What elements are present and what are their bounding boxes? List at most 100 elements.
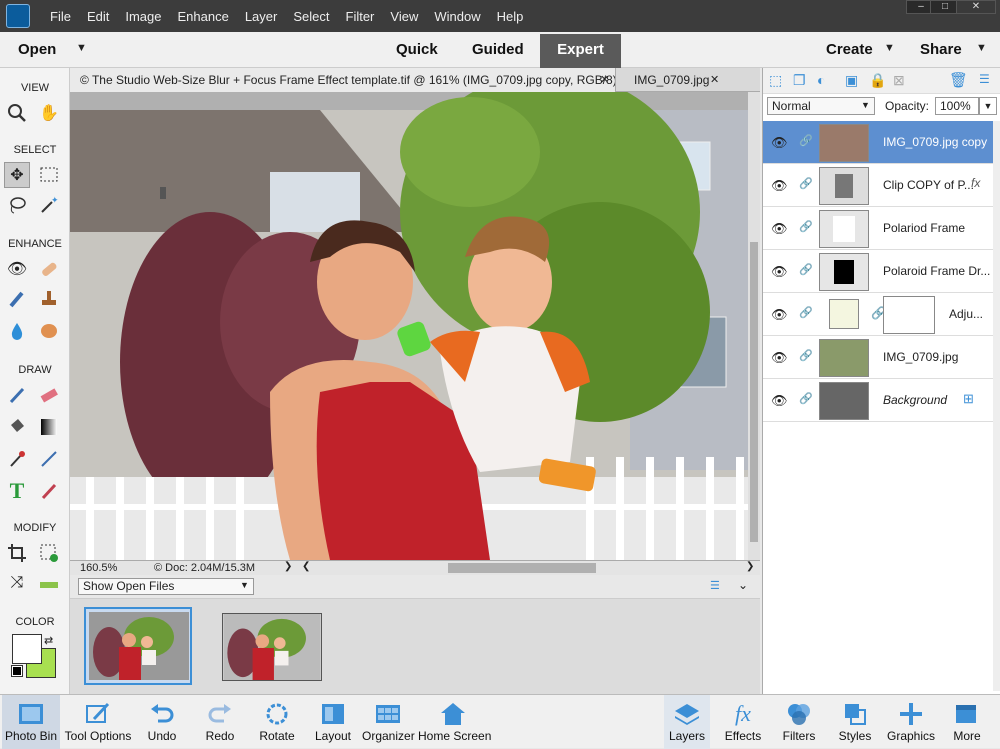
effects-button[interactable]: fx Effects bbox=[720, 695, 766, 749]
line-tool-icon[interactable] bbox=[36, 446, 62, 472]
crop-tool-icon[interactable] bbox=[4, 540, 30, 566]
link-icon[interactable]: 🔗 bbox=[799, 349, 813, 362]
layer-row-polaroid-frame[interactable]: 👁 🔗 Polariod Frame bbox=[763, 207, 993, 250]
link-icon[interactable]: 🔗 bbox=[799, 392, 813, 405]
bin-collapse-icon[interactable]: ⌄ bbox=[738, 578, 748, 592]
bin-dropdown-arrow-icon[interactable]: ▼ bbox=[240, 580, 249, 590]
filters-button[interactable]: Filters bbox=[776, 695, 822, 749]
mode-guided[interactable]: Guided bbox=[472, 41, 524, 58]
layer-row-polaroid-drop[interactable]: 👁 🔗 Polaroid Frame Dr... bbox=[763, 250, 993, 293]
vertical-scroll-thumb[interactable] bbox=[750, 242, 758, 542]
lasso-tool-icon[interactable] bbox=[4, 192, 30, 218]
zoom-level[interactable]: 160.5% bbox=[80, 562, 117, 574]
visibility-eye-icon[interactable]: 👁 bbox=[771, 221, 788, 237]
image-canvas[interactable] bbox=[70, 92, 748, 560]
layer-row-adjustment[interactable]: 👁 🔗 🔗 Adju... bbox=[763, 293, 993, 336]
clone-stamp-icon[interactable] bbox=[36, 286, 62, 312]
layer-row-background[interactable]: 👁 🔗 Background ⊞ bbox=[763, 379, 993, 422]
menu-image[interactable]: Image bbox=[117, 9, 169, 24]
swap-colors-icon[interactable]: ⇄ bbox=[44, 634, 53, 647]
content-aware-move-icon[interactable]: ⤨ bbox=[4, 570, 30, 596]
blend-mode-dropdown[interactable]: Normal bbox=[767, 97, 875, 115]
layer-name[interactable]: IMG_0709.jpg copy bbox=[883, 135, 987, 149]
tab-close-icon[interactable]: ✕ bbox=[600, 73, 609, 86]
share-button[interactable]: Share bbox=[920, 41, 962, 58]
graphics-button[interactable]: Graphics bbox=[886, 695, 936, 749]
undo-button[interactable]: Undo bbox=[140, 695, 184, 749]
scroll-left-arrow-icon[interactable]: ❮ bbox=[302, 561, 310, 572]
foreground-color-swatch[interactable] bbox=[12, 634, 42, 664]
background-lock-icon[interactable]: ⊞ bbox=[963, 391, 974, 407]
tool-options-button[interactable]: Tool Options bbox=[64, 695, 132, 749]
layer-name[interactable]: Background bbox=[883, 393, 947, 407]
share-dropdown-icon[interactable]: ▼ bbox=[976, 42, 987, 54]
link-icon[interactable]: 🔗 bbox=[799, 306, 813, 319]
layer-row-clip-copy[interactable]: 👁 🔗 Clip COPY of P... fx bbox=[763, 164, 993, 207]
visibility-eye-icon[interactable]: 👁 bbox=[771, 307, 788, 323]
layer-name[interactable]: Polariod Frame bbox=[883, 221, 965, 235]
layer-mask-thumbnail[interactable] bbox=[883, 296, 935, 334]
move-tool-icon[interactable]: ✥ bbox=[4, 162, 30, 188]
menu-filter[interactable]: Filter bbox=[338, 9, 383, 24]
create-button[interactable]: Create bbox=[826, 41, 873, 58]
lock-transparency-icon[interactable]: ⊠ bbox=[893, 72, 905, 89]
visibility-eye-icon[interactable]: 👁 bbox=[771, 135, 788, 151]
delete-layer-icon[interactable]: 🗑 bbox=[949, 71, 968, 89]
layer-name[interactable]: IMG_0709.jpg bbox=[883, 350, 958, 364]
straighten-tool-icon[interactable] bbox=[36, 570, 62, 596]
eraser-tool-icon[interactable] bbox=[36, 382, 62, 408]
paint-bucket-icon[interactable] bbox=[4, 414, 30, 440]
layers-menu-icon[interactable]: ☰ bbox=[979, 72, 990, 86]
layers-button[interactable]: Layers bbox=[664, 695, 710, 749]
layer-row-img-copy[interactable]: 👁 🔗 IMG_0709.jpg copy bbox=[763, 121, 993, 164]
link-icon[interactable]: 🔗 bbox=[799, 220, 813, 233]
canvas-vertical-scrollbar[interactable] bbox=[748, 92, 760, 560]
mode-quick[interactable]: Quick bbox=[396, 41, 438, 58]
tab2-close-icon[interactable]: ✕ bbox=[710, 73, 719, 86]
bin-thumbnail-2[interactable] bbox=[222, 613, 322, 681]
menu-window[interactable]: Window bbox=[426, 9, 488, 24]
hand-tool-icon[interactable]: ✋ bbox=[36, 100, 62, 126]
zoom-tool-icon[interactable] bbox=[4, 100, 30, 126]
layout-button[interactable]: Layout bbox=[310, 695, 356, 749]
opacity-arrow-icon[interactable]: ▼ bbox=[979, 97, 997, 115]
tab-img-0709[interactable]: IMG_0709.jpg bbox=[626, 68, 736, 92]
menu-view[interactable]: View bbox=[382, 9, 426, 24]
blur-tool-icon[interactable] bbox=[4, 318, 30, 344]
layers-scrollbar[interactable] bbox=[993, 121, 1000, 691]
link-icon[interactable]: 🔗 bbox=[799, 177, 813, 190]
menu-select[interactable]: Select bbox=[285, 9, 337, 24]
opacity-input[interactable]: 100% bbox=[935, 97, 979, 115]
new-group-icon[interactable]: ❐ bbox=[793, 72, 806, 89]
visibility-eye-icon[interactable]: 👁 bbox=[771, 350, 788, 366]
layer-name[interactable]: Clip COPY of P... bbox=[883, 178, 974, 192]
status-menu-arrow-icon[interactable]: ❯ bbox=[284, 561, 292, 572]
red-eye-tool-icon[interactable]: 👁 bbox=[4, 256, 30, 282]
spot-healing-icon[interactable] bbox=[36, 256, 62, 282]
new-layer-icon[interactable]: ⬚ bbox=[769, 72, 782, 89]
brush-tool-icon[interactable] bbox=[4, 382, 30, 408]
bin-menu-icon[interactable]: ☰ bbox=[710, 579, 720, 592]
menu-file[interactable]: File bbox=[42, 9, 79, 24]
add-mask-icon[interactable]: ▣ bbox=[845, 72, 858, 89]
organizer-button[interactable]: Organizer bbox=[362, 695, 415, 749]
pencil-tool-icon[interactable] bbox=[36, 478, 62, 504]
scroll-right-arrow-icon[interactable]: ❯ bbox=[746, 561, 754, 572]
layer-row-img-0709[interactable]: 👁 🔗 IMG_0709.jpg bbox=[763, 336, 993, 379]
bin-thumbnail-selected[interactable] bbox=[84, 607, 192, 685]
horizontal-scroll-thumb[interactable] bbox=[448, 563, 596, 573]
redo-button[interactable]: Redo bbox=[198, 695, 242, 749]
default-colors-icon[interactable] bbox=[11, 665, 23, 677]
lock-all-icon[interactable]: 🔒 bbox=[869, 72, 886, 89]
gradient-tool-icon[interactable] bbox=[36, 414, 62, 440]
layer-name[interactable]: Adju... bbox=[949, 307, 983, 321]
smart-brush-icon[interactable] bbox=[4, 286, 30, 312]
open-dropdown-icon[interactable]: ▼ bbox=[76, 42, 87, 54]
close-button[interactable]: ✕ bbox=[956, 0, 996, 14]
menu-help[interactable]: Help bbox=[489, 9, 532, 24]
styles-button[interactable]: Styles bbox=[832, 695, 878, 749]
photo-bin-button[interactable]: Photo Bin bbox=[2, 695, 60, 749]
text-tool-icon[interactable]: T bbox=[4, 478, 30, 504]
visibility-eye-icon[interactable]: 👁 bbox=[771, 393, 788, 409]
marquee-tool-icon[interactable] bbox=[36, 162, 62, 188]
